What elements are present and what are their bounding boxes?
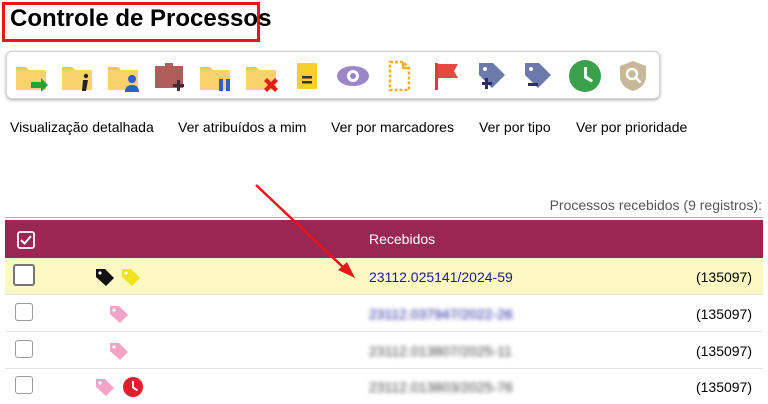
toolbar	[6, 51, 660, 99]
view-icon[interactable]	[335, 58, 371, 94]
tag-pink-icon	[108, 303, 130, 325]
header-divider	[5, 217, 763, 218]
table-caption: Processos recebidos (9 registros):	[549, 197, 762, 213]
clock-icon[interactable]	[567, 58, 603, 94]
view-detailed-link[interactable]: Visualização detalhada	[10, 119, 154, 135]
view-by-priority-link[interactable]: Ver por prioridade	[576, 119, 687, 135]
view-assigned-link[interactable]: Ver atribuídos a mim	[178, 119, 306, 135]
tag-black-icon	[94, 266, 116, 288]
new-process-icon[interactable]	[13, 58, 49, 94]
process-info-icon[interactable]	[59, 58, 95, 94]
column-header-received: Recebidos	[369, 231, 436, 247]
table-header: Recebidos	[5, 220, 763, 258]
process-link[interactable]: 23112.013803/2025-76	[369, 379, 513, 395]
tag-pink-icon	[108, 340, 130, 362]
process-code: (135097)	[695, 379, 752, 395]
view-by-type-link[interactable]: Ver por tipo	[479, 119, 551, 135]
row-checkbox[interactable]	[13, 264, 35, 286]
remove-process-icon[interactable]	[243, 58, 279, 94]
table-row: 23112.037947/2022-26 (135097)	[5, 295, 763, 331]
tag-yellow-icon	[120, 266, 142, 288]
process-code: (135097)	[695, 343, 752, 359]
pause-process-icon[interactable]	[197, 58, 233, 94]
add-tag-icon[interactable]	[473, 58, 509, 94]
tag-pink-icon	[94, 376, 116, 398]
search-shield-icon[interactable]	[615, 58, 651, 94]
flag-icon[interactable]	[427, 58, 463, 94]
clock-red-icon	[122, 376, 144, 398]
note-icon[interactable]	[289, 58, 325, 94]
row-checkbox[interactable]	[15, 376, 33, 394]
document-outline-icon[interactable]	[381, 58, 417, 94]
select-all-checkbox-icon[interactable]	[17, 231, 35, 249]
process-code: (135097)	[695, 306, 752, 322]
process-code: (135097)	[695, 269, 752, 285]
page-title: Controle de Processos	[10, 5, 272, 32]
process-link[interactable]: 23112.025141/2024-59	[369, 269, 513, 285]
process-link[interactable]: 23112.013807/2025-11	[369, 343, 512, 359]
remove-tag-icon[interactable]	[519, 58, 555, 94]
table-row: 23112.025141/2024-59 (135097)	[5, 258, 763, 294]
assigned-user-icon[interactable]	[105, 58, 141, 94]
view-by-markers-link[interactable]: Ver por marcadores	[331, 119, 454, 135]
process-link[interactable]: 23112.037947/2022-26	[369, 306, 513, 322]
row-checkbox[interactable]	[15, 303, 33, 321]
table-row: 23112.013807/2025-11 (135097)	[5, 332, 763, 368]
new-block-icon[interactable]	[151, 58, 187, 94]
table-row: 23112.013803/2025-76 (135097)	[5, 368, 763, 404]
row-checkbox[interactable]	[15, 340, 33, 358]
